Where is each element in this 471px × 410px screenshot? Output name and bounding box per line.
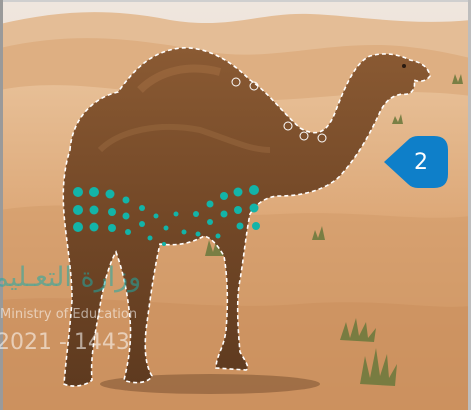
watermark-english-text: Ministry of Education <box>0 307 138 322</box>
step-number: 2 <box>414 149 428 175</box>
image-canvas: 2 وزارة التعـليم Ministry of Education 2… <box>0 0 471 410</box>
watermark-year-text: 2021 - 1443 <box>0 330 130 355</box>
watermark-arabic-text: وزارة التعـليم <box>0 262 142 293</box>
